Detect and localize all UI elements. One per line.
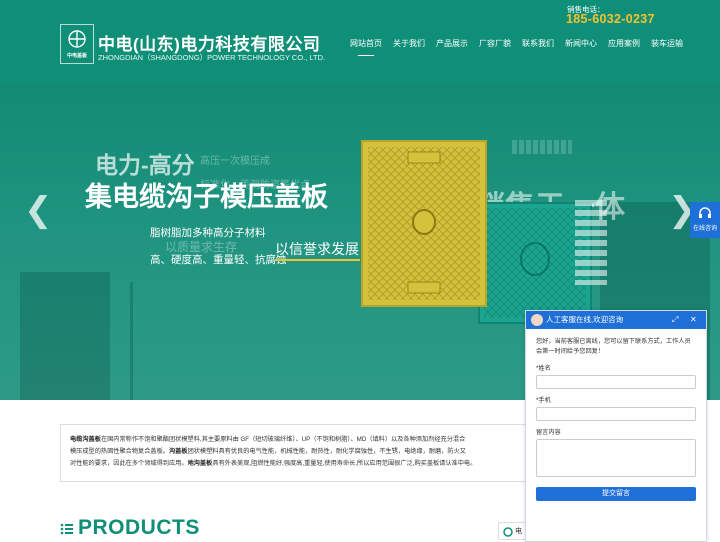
logo-mark-icon [68,30,86,48]
nav-item-news[interactable]: 新闻中心 [565,38,597,49]
name-label: *姓名 [536,365,551,372]
intro-keyword[interactable]: 电缆沟盖板 [70,436,101,443]
chat-title: 人工客服在线,欢迎咨询 [546,315,624,324]
nav-item-contact[interactable]: 联系我们 [522,38,554,49]
cover-pattern-icon [484,208,586,318]
online-consult-label: 在线咨询 [692,226,717,232]
nav-item-shipping[interactable]: 装车运输 [651,38,683,49]
agent-avatar [531,314,543,326]
background-tower [20,272,110,400]
headset-icon [699,207,711,218]
nav-item-factory[interactable]: 厂容厂貌 [479,38,511,49]
expand-icon[interactable]: ⤢ [672,311,678,329]
banner-slogan: 以信誉求发展 [275,241,359,257]
chat-message: 您好，当前客服已离线，您可以留下联系方式，工作人员会第一时间给予您回复！ [536,338,691,355]
slider-prev-button[interactable]: ❮ [24,190,53,230]
intro-keyword[interactable]: 地沟盖板 [188,460,213,467]
yellow-cover-image [361,140,487,307]
nav-item-products[interactable]: 产品展示 [436,38,468,49]
message-textarea[interactable] [536,439,696,477]
online-consult-button[interactable]: 在线咨询 [690,202,720,238]
decorative-bars [575,200,607,285]
nav-item-cases[interactable]: 应用案例 [608,38,640,49]
main-nav: 网站首页 关于我们 产品展示 厂容厂貌 联系我们 新闻中心 应用案例 装车运输 [350,38,694,56]
slogan-underline [275,259,360,261]
intro-text: 具有外表美观,阻燃性能好,强度高,重量轻,使用寿命长,所以应用范围很广泛,购买盖… [212,460,477,467]
intro-text: 模压成型的热固性聚合物复合盖板。 [70,448,169,455]
logo-text: 中电盖板 [66,53,87,59]
phone-field-label: *手机 [536,397,551,404]
phone-icon [503,527,513,537]
background-pole [130,282,133,400]
company-logo[interactable]: 中电盖板 [60,24,94,64]
banner-headline-2: 集电缆沟子模压盖板 [85,182,328,212]
site-header: 中电盖板 中电(山东)电力科技有限公司 ZHONGDIAN（SHANGDONG）… [0,0,720,82]
nav-item-about[interactable]: 关于我们 [393,38,425,49]
intro-text: 在国内常称作不饱和聚酯团状模塑料,其主要原料由 GF（短切玻璃纤维）、UP（不饱… [100,436,466,443]
list-icon [60,523,73,535]
intro-keyword[interactable]: 沟盖板 [169,448,188,455]
hotline-label: 电 [515,528,522,535]
intro-text: 对性能的要求，因此在多个领域得到应用。 [70,460,188,467]
name-input[interactable] [536,375,696,389]
brand-name-en: ZHONGDIAN（SHANGDONG）POWER TECHNOLOGY CO.… [98,53,326,62]
cover-pattern-icon [368,147,480,300]
chat-header: 人工客服在线,欢迎咨询 ⤢ ✕ [526,311,706,329]
submit-message-button[interactable]: 提交留言 [536,487,696,501]
phone-input[interactable] [536,407,696,421]
banner-desc-2: 高、硬度高、重量轻、抗腐蚀 [150,254,287,266]
content-label: 留言内容 [536,429,561,436]
decorative-grid [512,140,572,154]
products-heading: PRODUCTS [78,516,200,539]
chat-widget: 人工客服在线,欢迎咨询 ⤢ ✕ 您好，当前客服已离线，您可以留下联系方式，工作人… [525,310,707,542]
sales-phone[interactable]: 185-6032-0237 [566,12,655,26]
ghost-text: 高压一次模压成 [200,156,270,167]
nav-item-home[interactable]: 网站首页 [350,38,382,56]
intro-text: 团状模塑料具有优良的电气性能，机械性能，耐热性，耐化学腐蚀性，不生锈，电绝缘，耐… [187,448,466,455]
close-icon[interactable]: ✕ [690,311,697,329]
